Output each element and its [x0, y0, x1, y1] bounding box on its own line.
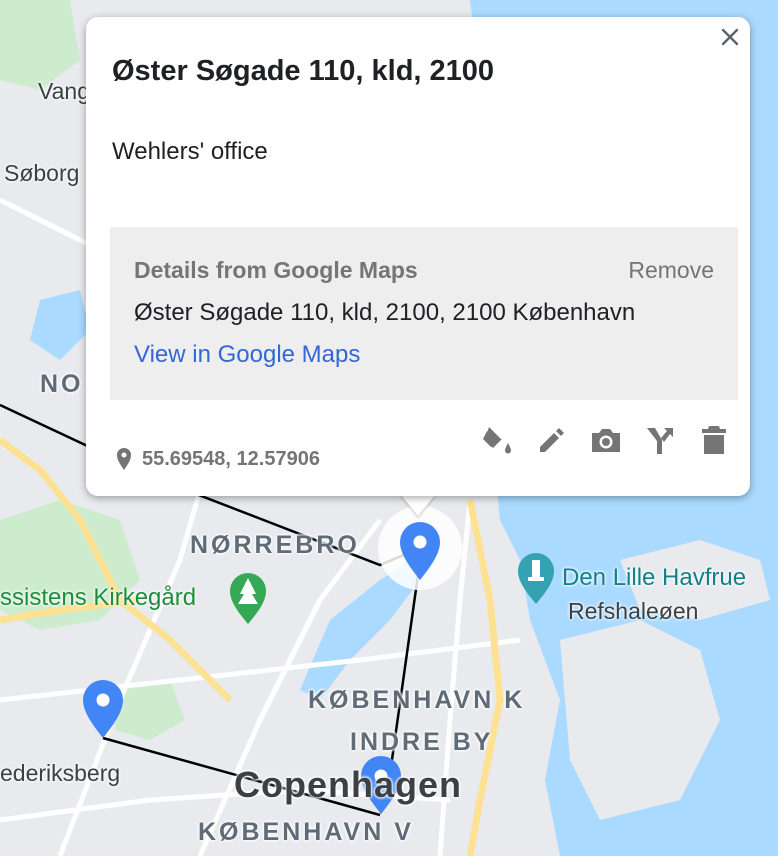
style-button[interactable] — [480, 422, 516, 458]
view-in-google-maps-link[interactable]: View in Google Maps — [134, 341, 360, 369]
trash-icon — [702, 426, 726, 454]
add-photo-button[interactable] — [588, 422, 624, 458]
camera-icon — [592, 429, 620, 452]
remove-details-button[interactable]: Remove — [628, 257, 714, 284]
close-button[interactable] — [716, 23, 744, 51]
directions-button[interactable] — [642, 422, 678, 458]
info-window-pointer — [400, 494, 436, 516]
poi-label-assistens[interactable]: ssistens Kirkegård — [0, 584, 196, 612]
details-address: Øster Søgade 110, kld, 2100, 2100 Københ… — [134, 299, 636, 326]
district-label-indre-by: INDRE BY — [350, 728, 494, 756]
delete-button[interactable] — [696, 422, 732, 458]
coordinates-row: 55.69548, 12.57906 — [116, 447, 320, 471]
place-info-window: Øster Søgade 110, kld, 2100 Wehlers' off… — [86, 17, 750, 496]
info-window-toolbar — [480, 422, 732, 458]
details-panel: Details from Google Maps Remove Øster Sø… — [110, 227, 738, 400]
place-label-refshaleoen: Refshaleøen — [568, 598, 699, 624]
details-heading: Details from Google Maps — [134, 257, 418, 283]
district-label-kobenhavn-v: KØBENHAVN V — [198, 818, 414, 846]
city-label-copenhagen: Copenhagen — [234, 764, 463, 805]
paint-bucket-icon — [483, 427, 511, 454]
directions-icon — [647, 428, 673, 454]
district-label-kobenhavn-k: KØBENHAVN K — [308, 686, 526, 714]
place-label-frederiksberg: ederiksberg — [0, 760, 121, 786]
location-pin-icon — [117, 448, 131, 470]
pencil-icon — [540, 428, 564, 452]
close-icon — [721, 28, 739, 46]
district-label-nordvest: NO — [40, 370, 84, 398]
place-label-soborg: Søborg — [4, 160, 80, 186]
place-description: Wehlers' office — [112, 138, 268, 165]
district-label-norrebro: NØRREBRO — [190, 531, 360, 559]
poi-label-havfrue[interactable]: Den Lille Havfrue — [562, 564, 746, 592]
place-title: Øster Søgade 110, kld, 2100 — [112, 55, 495, 87]
edit-button[interactable] — [534, 422, 570, 458]
coordinates-text: 55.69548, 12.57906 — [142, 447, 320, 470]
place-label-vang: Vang — [38, 78, 91, 104]
